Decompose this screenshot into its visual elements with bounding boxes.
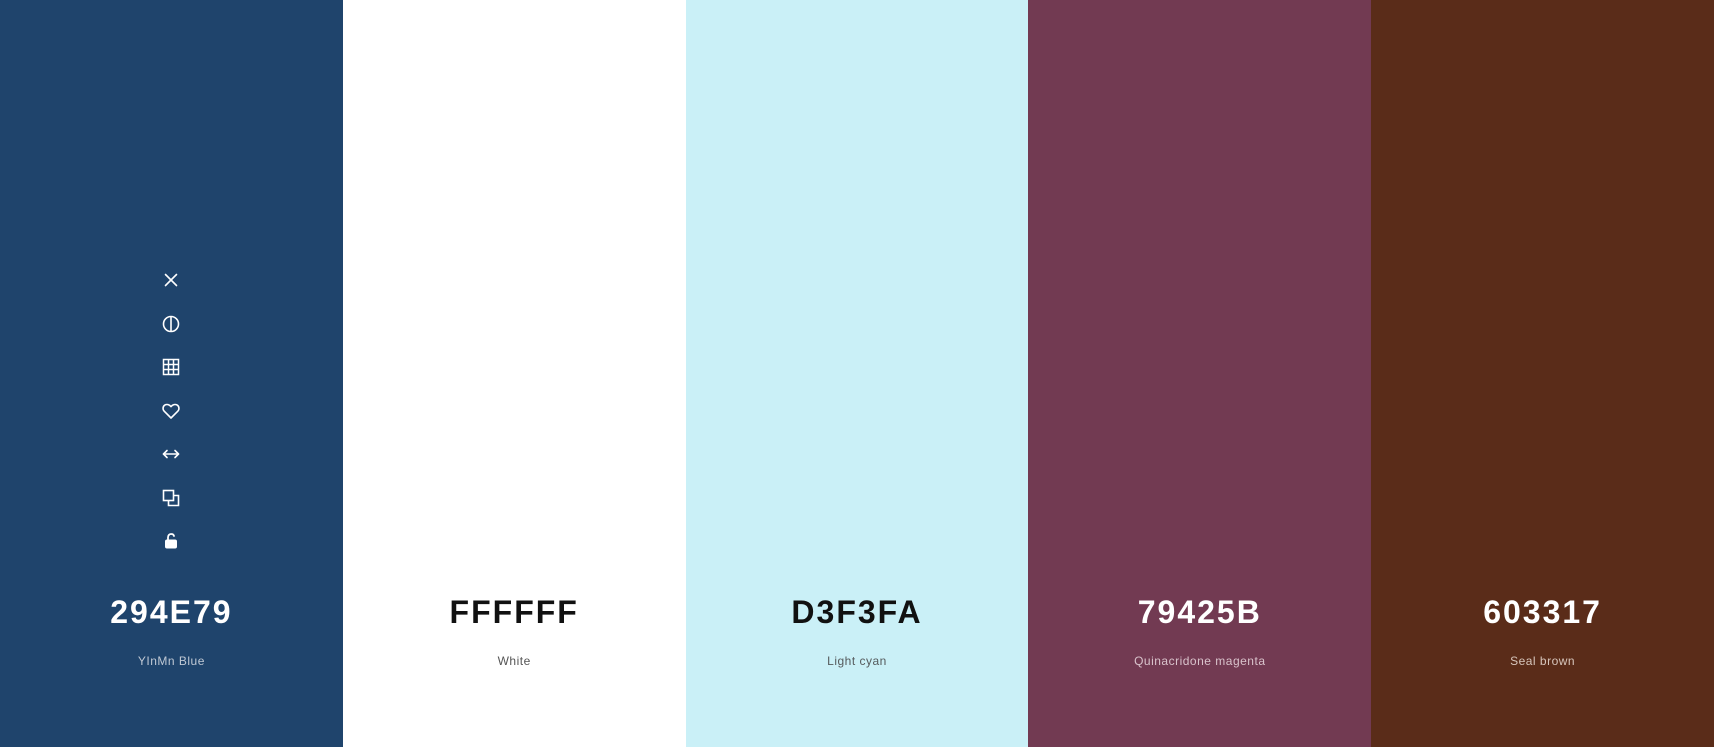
grid-icon[interactable] xyxy=(159,355,183,379)
swatch-4[interactable]: 79425B Quinacridone magenta xyxy=(1028,0,1372,747)
unlock-icon[interactable] xyxy=(159,529,183,553)
arrows-horizontal-icon[interactable] xyxy=(159,442,183,466)
color-name[interactable]: YInMn Blue xyxy=(0,654,343,668)
swatch-2[interactable]: FFFFFF White xyxy=(342,0,686,747)
swatch-3[interactable]: D3F3FA Light cyan xyxy=(685,0,1029,747)
swatch-toolbar xyxy=(0,268,343,573)
contrast-icon[interactable] xyxy=(159,312,183,336)
hex-code[interactable]: FFFFFF xyxy=(343,594,686,631)
color-name[interactable]: White xyxy=(343,654,686,668)
color-palette: 294E79 YInMn Blue FFFFFF White D3F3FA Li… xyxy=(0,0,1714,747)
color-name[interactable]: Quinacridone magenta xyxy=(1028,654,1371,668)
hex-code[interactable]: 79425B xyxy=(1028,594,1371,631)
color-name[interactable]: Light cyan xyxy=(686,654,1029,668)
swatch-1[interactable]: 294E79 YInMn Blue xyxy=(0,0,343,747)
copy-icon[interactable] xyxy=(159,486,183,510)
hex-code[interactable]: 294E79 xyxy=(0,594,343,631)
hex-code[interactable]: D3F3FA xyxy=(686,594,1029,631)
hex-code[interactable]: 603317 xyxy=(1371,594,1714,631)
color-name[interactable]: Seal brown xyxy=(1371,654,1714,668)
heart-icon[interactable] xyxy=(159,399,183,423)
close-icon[interactable] xyxy=(159,268,183,292)
swatch-5[interactable]: 603317 Seal brown xyxy=(1371,0,1714,747)
